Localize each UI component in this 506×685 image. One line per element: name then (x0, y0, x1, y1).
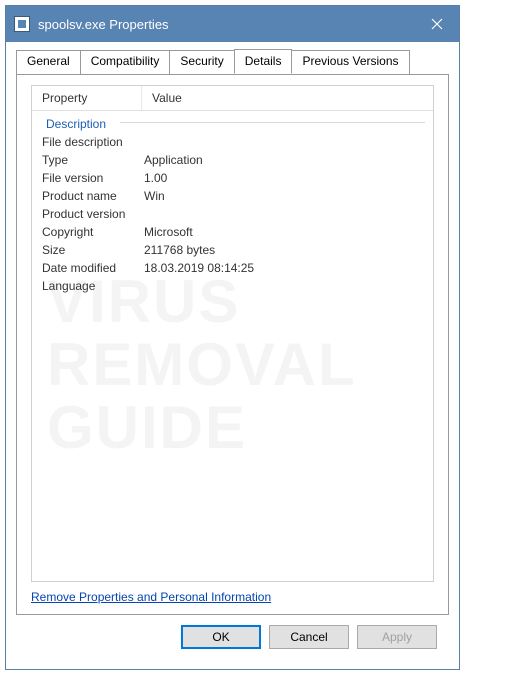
properties-body: VIRUS REMOVAL GUIDE Description File des… (32, 111, 433, 581)
row-date-modified[interactable]: Date modified 18.03.2019 08:14:25 (32, 259, 433, 277)
tab-compatibility[interactable]: Compatibility (80, 50, 171, 75)
cancel-button[interactable]: Cancel (269, 625, 349, 649)
section-description: Description (32, 111, 433, 133)
tab-previous-versions[interactable]: Previous Versions (291, 50, 409, 75)
properties-window: spoolsv.exe Properties General Compatibi… (5, 5, 460, 670)
ok-button[interactable]: OK (181, 625, 261, 649)
row-type[interactable]: Type Application (32, 151, 433, 169)
header-property[interactable]: Property (32, 86, 142, 110)
details-panel: Property Value VIRUS REMOVAL GUIDE Descr… (16, 74, 449, 615)
row-size[interactable]: Size 211768 bytes (32, 241, 433, 259)
remove-properties-link[interactable]: Remove Properties and Personal Informati… (31, 590, 271, 604)
row-product-version[interactable]: Product version (32, 205, 433, 223)
dialog-buttons: OK Cancel Apply (16, 615, 449, 659)
titlebar: spoolsv.exe Properties (6, 6, 459, 42)
app-icon (14, 16, 30, 32)
header-value[interactable]: Value (142, 86, 433, 110)
row-product-name[interactable]: Product name Win (32, 187, 433, 205)
tab-general[interactable]: General (16, 50, 81, 75)
properties-list: Property Value VIRUS REMOVAL GUIDE Descr… (31, 85, 434, 582)
row-file-description[interactable]: File description (32, 133, 433, 151)
row-language[interactable]: Language (32, 277, 433, 295)
watermark: VIRUS REMOVAL GUIDE (47, 270, 357, 459)
tab-bar: General Compatibility Security Details P… (16, 50, 449, 75)
row-copyright[interactable]: Copyright Microsoft (32, 223, 433, 241)
close-icon[interactable] (415, 6, 459, 42)
body-area: General Compatibility Security Details P… (6, 42, 459, 669)
row-file-version[interactable]: File version 1.00 (32, 169, 433, 187)
window-title: spoolsv.exe Properties (38, 17, 415, 32)
tab-security[interactable]: Security (169, 50, 234, 75)
tab-details[interactable]: Details (234, 49, 293, 74)
properties-header: Property Value (32, 86, 433, 111)
apply-button: Apply (357, 625, 437, 649)
